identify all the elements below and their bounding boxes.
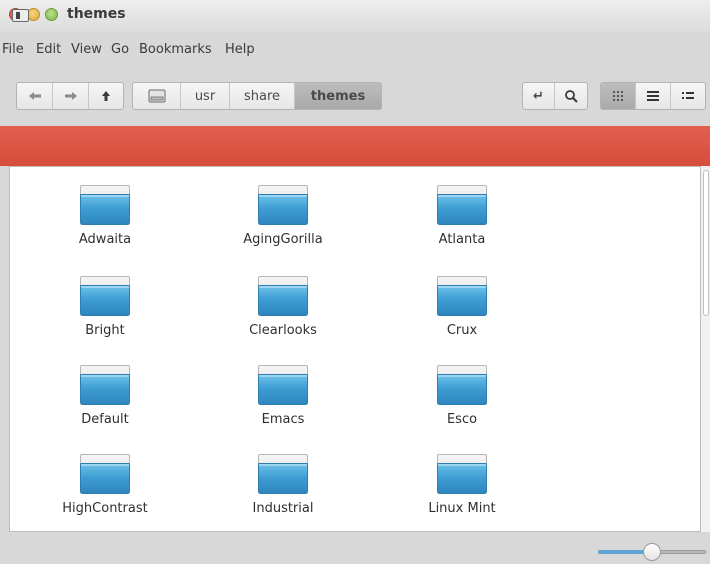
- scrollbar-thumb[interactable]: [703, 170, 709, 316]
- toggle-location-button[interactable]: ↵: [523, 83, 556, 109]
- menu-view[interactable]: View: [71, 42, 102, 57]
- folder-icon: [258, 454, 308, 494]
- back-arrow-icon: [28, 92, 41, 100]
- location-search-group: ↵: [522, 82, 588, 110]
- folder-item[interactable]: Bright: [30, 266, 180, 348]
- file-view[interactable]: Adwaita AgingGorilla Atlanta Bright Clea…: [9, 166, 701, 532]
- toolbar: usr share themes ↵: [0, 72, 710, 126]
- list-view-button[interactable]: [636, 83, 671, 109]
- folder-icon: [80, 276, 130, 316]
- folder-name: Linux Mint: [428, 501, 496, 516]
- folder-name: Industrial: [252, 501, 314, 516]
- forward-button[interactable]: [53, 83, 89, 109]
- navigation-buttons: [16, 82, 124, 110]
- breadcrumb-root[interactable]: [133, 83, 181, 109]
- folder-name: Atlanta: [438, 232, 486, 247]
- breadcrumb-share[interactable]: share: [230, 83, 295, 109]
- menu-help[interactable]: Help: [225, 42, 255, 57]
- folder-item[interactable]: Clearlooks: [208, 266, 358, 348]
- menu-bookmarks[interactable]: Bookmarks: [139, 42, 212, 57]
- folder-name: AgingGorilla: [243, 232, 323, 247]
- folder-icon: [80, 185, 130, 225]
- menu-bar: File Edit View Go Bookmarks Help: [0, 42, 710, 62]
- breadcrumb-usr[interactable]: usr: [181, 83, 230, 109]
- folder-icon: [258, 365, 308, 405]
- folder-name: Crux: [446, 323, 478, 338]
- breadcrumb-themes[interactable]: themes: [295, 83, 381, 109]
- folder-name: Clearlooks: [249, 323, 317, 338]
- folder-item[interactable]: Industrial: [208, 444, 358, 526]
- folder-item[interactable]: Atlanta: [387, 175, 537, 257]
- up-button[interactable]: [89, 83, 123, 109]
- icon-view-button[interactable]: [601, 83, 637, 109]
- folder-name: Default: [81, 412, 129, 427]
- compact-view-icon: [681, 92, 694, 99]
- folder-icon: [437, 276, 487, 316]
- list-view-icon: [647, 91, 659, 101]
- view-mode-group: [600, 82, 706, 110]
- folder-icon: [437, 454, 487, 494]
- compact-view-button[interactable]: [671, 83, 705, 109]
- drive-icon: [148, 89, 165, 103]
- folder-item[interactable]: Linux Mint: [387, 444, 537, 526]
- folder-name: HighContrast: [62, 501, 148, 516]
- folder-icon: [80, 454, 130, 494]
- back-button[interactable]: [17, 83, 53, 109]
- zoom-slider-handle[interactable]: [643, 543, 661, 561]
- breadcrumb: usr share themes: [132, 82, 382, 110]
- folder-item[interactable]: AgingGorilla: [208, 175, 358, 257]
- folder-name: Esco: [446, 412, 478, 427]
- search-icon: [565, 90, 578, 103]
- menu-edit[interactable]: Edit: [36, 42, 61, 57]
- icon-view-icon: [613, 91, 624, 101]
- title-bar: themes: [0, 0, 710, 32]
- folder-item[interactable]: Crux: [387, 266, 537, 348]
- folder-name: Emacs: [261, 412, 305, 427]
- folder-icon: [258, 276, 308, 316]
- folder-item[interactable]: Esco: [387, 355, 537, 437]
- folder-icon: [80, 365, 130, 405]
- maximize-window-button[interactable]: [45, 8, 58, 21]
- folder-item[interactable]: Adwaita: [30, 175, 180, 257]
- menu-go[interactable]: Go: [111, 42, 129, 57]
- toggle-location-icon: ↵: [533, 88, 544, 104]
- menu-file[interactable]: File: [2, 42, 24, 57]
- folder-icon: [437, 185, 487, 225]
- accent-band: [0, 126, 710, 166]
- folder-item[interactable]: HighContrast: [30, 444, 180, 526]
- toggle-sidebar-icon[interactable]: [12, 9, 29, 22]
- window-title: themes: [67, 6, 126, 22]
- folder-icon: [258, 185, 308, 225]
- folder-item[interactable]: Emacs: [208, 355, 358, 437]
- up-arrow-icon: [102, 91, 110, 101]
- folder-item[interactable]: Default: [30, 355, 180, 437]
- search-button[interactable]: [555, 83, 587, 109]
- folder-icon: [437, 365, 487, 405]
- folder-name: Bright: [85, 323, 125, 338]
- folder-name: Adwaita: [78, 232, 132, 247]
- forward-arrow-icon: [64, 92, 77, 100]
